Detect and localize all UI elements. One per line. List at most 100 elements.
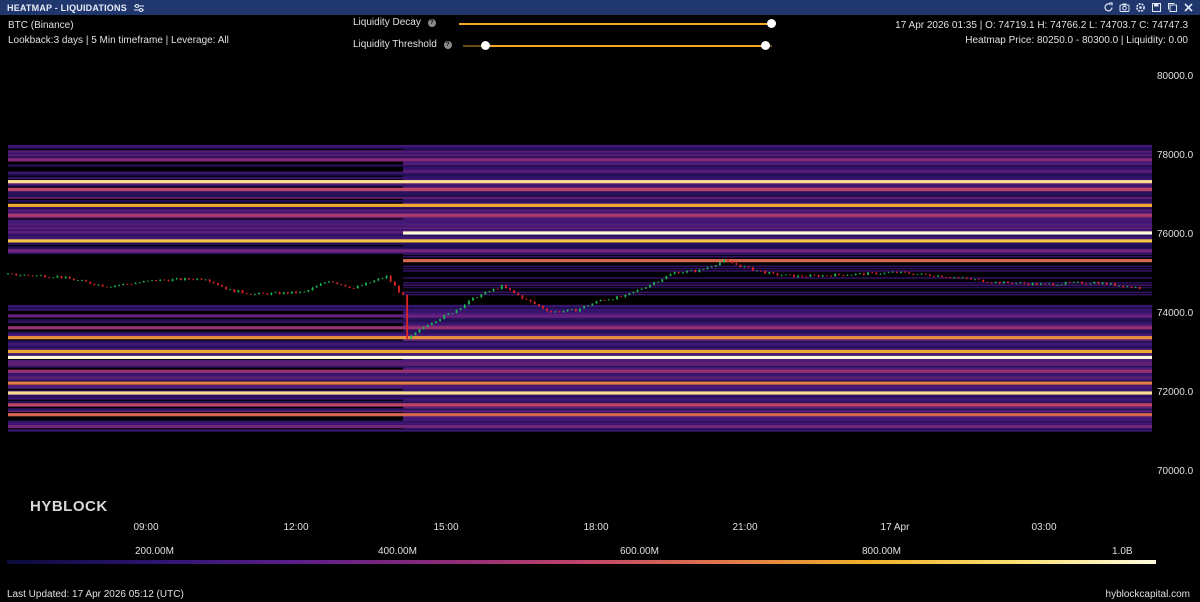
price-info: 17 Apr 2026 01:35 | O: 74719.1 H: 74766.… (895, 18, 1188, 48)
liquidity-band (8, 314, 1152, 318)
candle (1015, 283, 1018, 285)
candle (529, 299, 532, 302)
liquidity-color-scale (7, 560, 1156, 564)
candle (554, 311, 557, 313)
candle (155, 280, 158, 281)
candle (990, 282, 993, 284)
candle (40, 275, 42, 277)
candle (44, 275, 46, 278)
candle (7, 273, 9, 275)
candle (336, 282, 339, 284)
candle (521, 295, 524, 299)
liquidity-band (8, 158, 1152, 162)
candle (751, 267, 754, 271)
candle (813, 274, 816, 276)
candle (677, 272, 680, 274)
candle (81, 280, 83, 281)
candle (192, 279, 195, 281)
candle (1064, 282, 1067, 285)
candle (937, 275, 939, 277)
candle (743, 266, 746, 268)
candle (665, 276, 668, 280)
site-link[interactable]: hyblockcapital.com (1106, 589, 1190, 600)
candle (435, 321, 437, 323)
heatmap-row (8, 144, 1152, 148)
help-icon[interactable]: ? (427, 18, 436, 27)
candle (93, 283, 96, 286)
candle (986, 282, 989, 283)
candle (612, 299, 614, 301)
camera-icon[interactable] (1119, 2, 1130, 13)
candle (266, 293, 269, 295)
candle (562, 311, 565, 313)
candle (731, 261, 734, 264)
refresh-icon[interactable] (1103, 2, 1114, 13)
help-icon[interactable]: ? (443, 40, 452, 49)
liquidity-threshold-knob-max[interactable] (761, 41, 770, 50)
candle (1011, 282, 1013, 284)
candle (957, 277, 960, 279)
candle (525, 298, 528, 300)
liquidity-decay-knob[interactable] (767, 19, 776, 28)
candle (784, 274, 787, 276)
candle (196, 278, 199, 280)
liquidity-band (8, 203, 1152, 207)
candle (916, 274, 919, 275)
filter-settings-icon[interactable] (133, 3, 145, 13)
close-icon[interactable] (1183, 2, 1194, 13)
liquidity-threshold-knob-min[interactable] (481, 41, 490, 50)
y-tick-label: 80000.0 (1157, 71, 1194, 82)
candle (686, 270, 688, 273)
candle (130, 283, 133, 285)
candle (332, 281, 334, 283)
x-tick-label: 12:00 (283, 522, 309, 533)
candle (879, 273, 882, 275)
candle (48, 277, 51, 279)
candle (599, 300, 602, 302)
heatmap-chart[interactable]: 80000.0 78000.0 76000.0 74000.0 72000.0 70000… (0, 60, 1200, 500)
candle (891, 271, 894, 273)
y-tick-label: 78000.0 (1157, 150, 1194, 161)
candle (19, 275, 22, 277)
candle (385, 275, 388, 279)
save-icon[interactable] (1151, 2, 1162, 13)
candle (566, 309, 569, 312)
candle (953, 277, 956, 279)
heatmap-row (403, 281, 1152, 284)
candle (340, 283, 343, 285)
candle (356, 285, 359, 289)
candle (225, 286, 228, 290)
x-tick-label: 15:00 (433, 522, 459, 533)
candle (603, 300, 606, 301)
liquidity-decay-slider[interactable] (459, 23, 772, 25)
candle (970, 278, 972, 280)
candle (850, 274, 853, 276)
candle (484, 291, 487, 295)
candle (632, 291, 635, 294)
candle (171, 279, 174, 282)
liquidity-threshold-range[interactable] (486, 45, 766, 47)
candle (537, 304, 540, 306)
candle (1130, 286, 1133, 288)
candle (830, 275, 832, 277)
title-bar: HEATMAP - LIQUIDATIONS (0, 0, 1200, 15)
candle (858, 273, 861, 274)
candle (68, 276, 71, 279)
candle (126, 283, 129, 285)
candle (1039, 283, 1042, 285)
candle (85, 280, 88, 282)
candle (476, 297, 479, 299)
liquidity-band (8, 180, 1152, 184)
candle (328, 281, 330, 283)
y-tick-label: 74000.0 (1157, 308, 1194, 319)
candle (616, 296, 618, 300)
candle (184, 278, 186, 281)
candle (348, 286, 351, 289)
settings-icon[interactable] (1135, 2, 1146, 13)
candle (669, 274, 672, 277)
candle (352, 288, 355, 289)
copy-icon[interactable] (1167, 2, 1178, 13)
chart-info: BTC (Binance) Lookback:3 days | 5 Min ti… (8, 18, 229, 48)
candle (319, 283, 322, 286)
candle (1007, 281, 1009, 283)
